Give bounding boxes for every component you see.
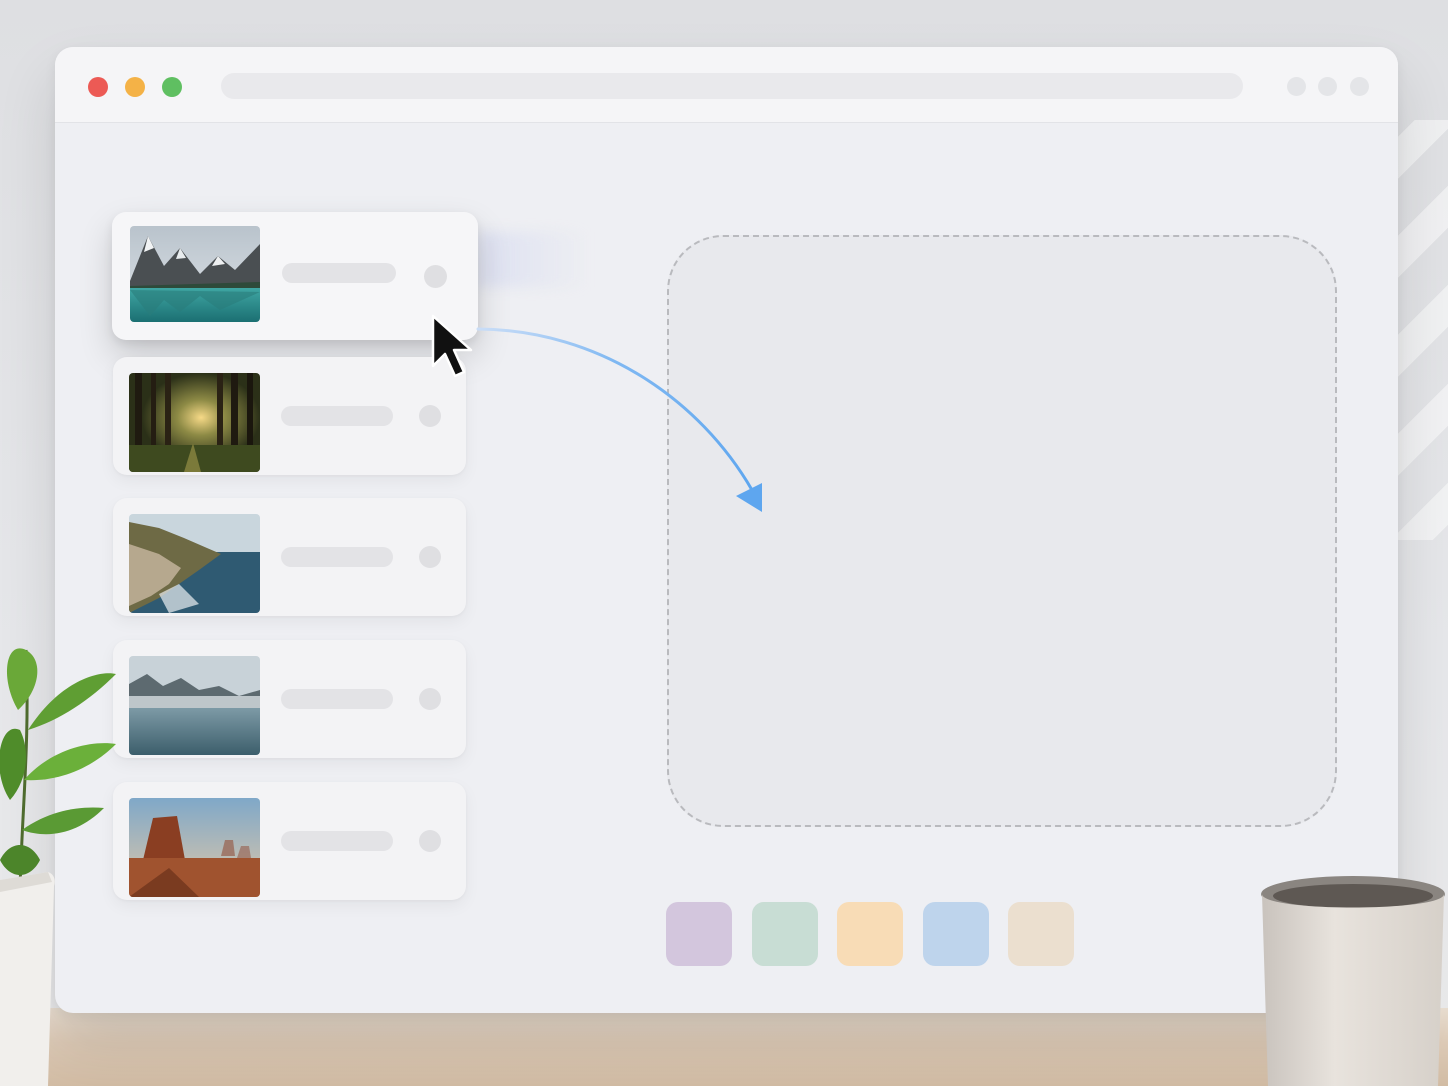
card-action-dot[interactable] — [424, 265, 447, 288]
minimize-button[interactable] — [125, 77, 145, 97]
image-card-mountain-lake[interactable] — [112, 212, 478, 340]
drop-zone[interactable] — [667, 235, 1337, 827]
mountain-lake-thumbnail — [130, 226, 260, 322]
card-title-placeholder — [281, 547, 393, 567]
card-title-placeholder — [281, 406, 393, 426]
image-card-forest-sunrise[interactable] — [113, 357, 466, 475]
swatch-orange[interactable] — [837, 902, 903, 966]
close-button[interactable] — [88, 77, 108, 97]
swatch-beige[interactable] — [1008, 902, 1074, 966]
card-action-dot[interactable] — [419, 546, 441, 568]
image-card-desert-butte[interactable] — [113, 782, 466, 900]
card-action-dot[interactable] — [419, 830, 441, 852]
card-action-dot[interactable] — [419, 405, 441, 427]
card-action-dot[interactable] — [419, 688, 441, 710]
swatch-blue[interactable] — [923, 902, 989, 966]
toolbar-dot-1[interactable] — [1287, 77, 1306, 96]
desk-surface — [0, 1008, 1448, 1086]
maximize-button[interactable] — [162, 77, 182, 97]
misty-lake-thumbnail — [129, 656, 260, 755]
swatch-green[interactable] — [752, 902, 818, 966]
card-title-placeholder — [281, 689, 393, 709]
image-card-misty-lake[interactable] — [113, 640, 466, 758]
drag-motion-trail — [478, 232, 588, 287]
potted-plant — [0, 648, 116, 1086]
forest-sunrise-thumbnail — [129, 373, 260, 472]
coffee-mug — [1261, 876, 1445, 1086]
title-bar — [55, 47, 1398, 123]
swatch-purple[interactable] — [666, 902, 732, 966]
address-bar[interactable] — [221, 73, 1243, 99]
desert-butte-thumbnail — [129, 798, 260, 897]
toolbar-dot-2[interactable] — [1318, 77, 1337, 96]
card-title-placeholder — [281, 831, 393, 851]
browser-window — [55, 47, 1398, 1013]
toolbar-dot-3[interactable] — [1350, 77, 1369, 96]
image-card-coastal-cliffs[interactable] — [113, 498, 466, 616]
card-title-placeholder — [282, 263, 396, 283]
coastal-cliffs-thumbnail — [129, 514, 260, 613]
